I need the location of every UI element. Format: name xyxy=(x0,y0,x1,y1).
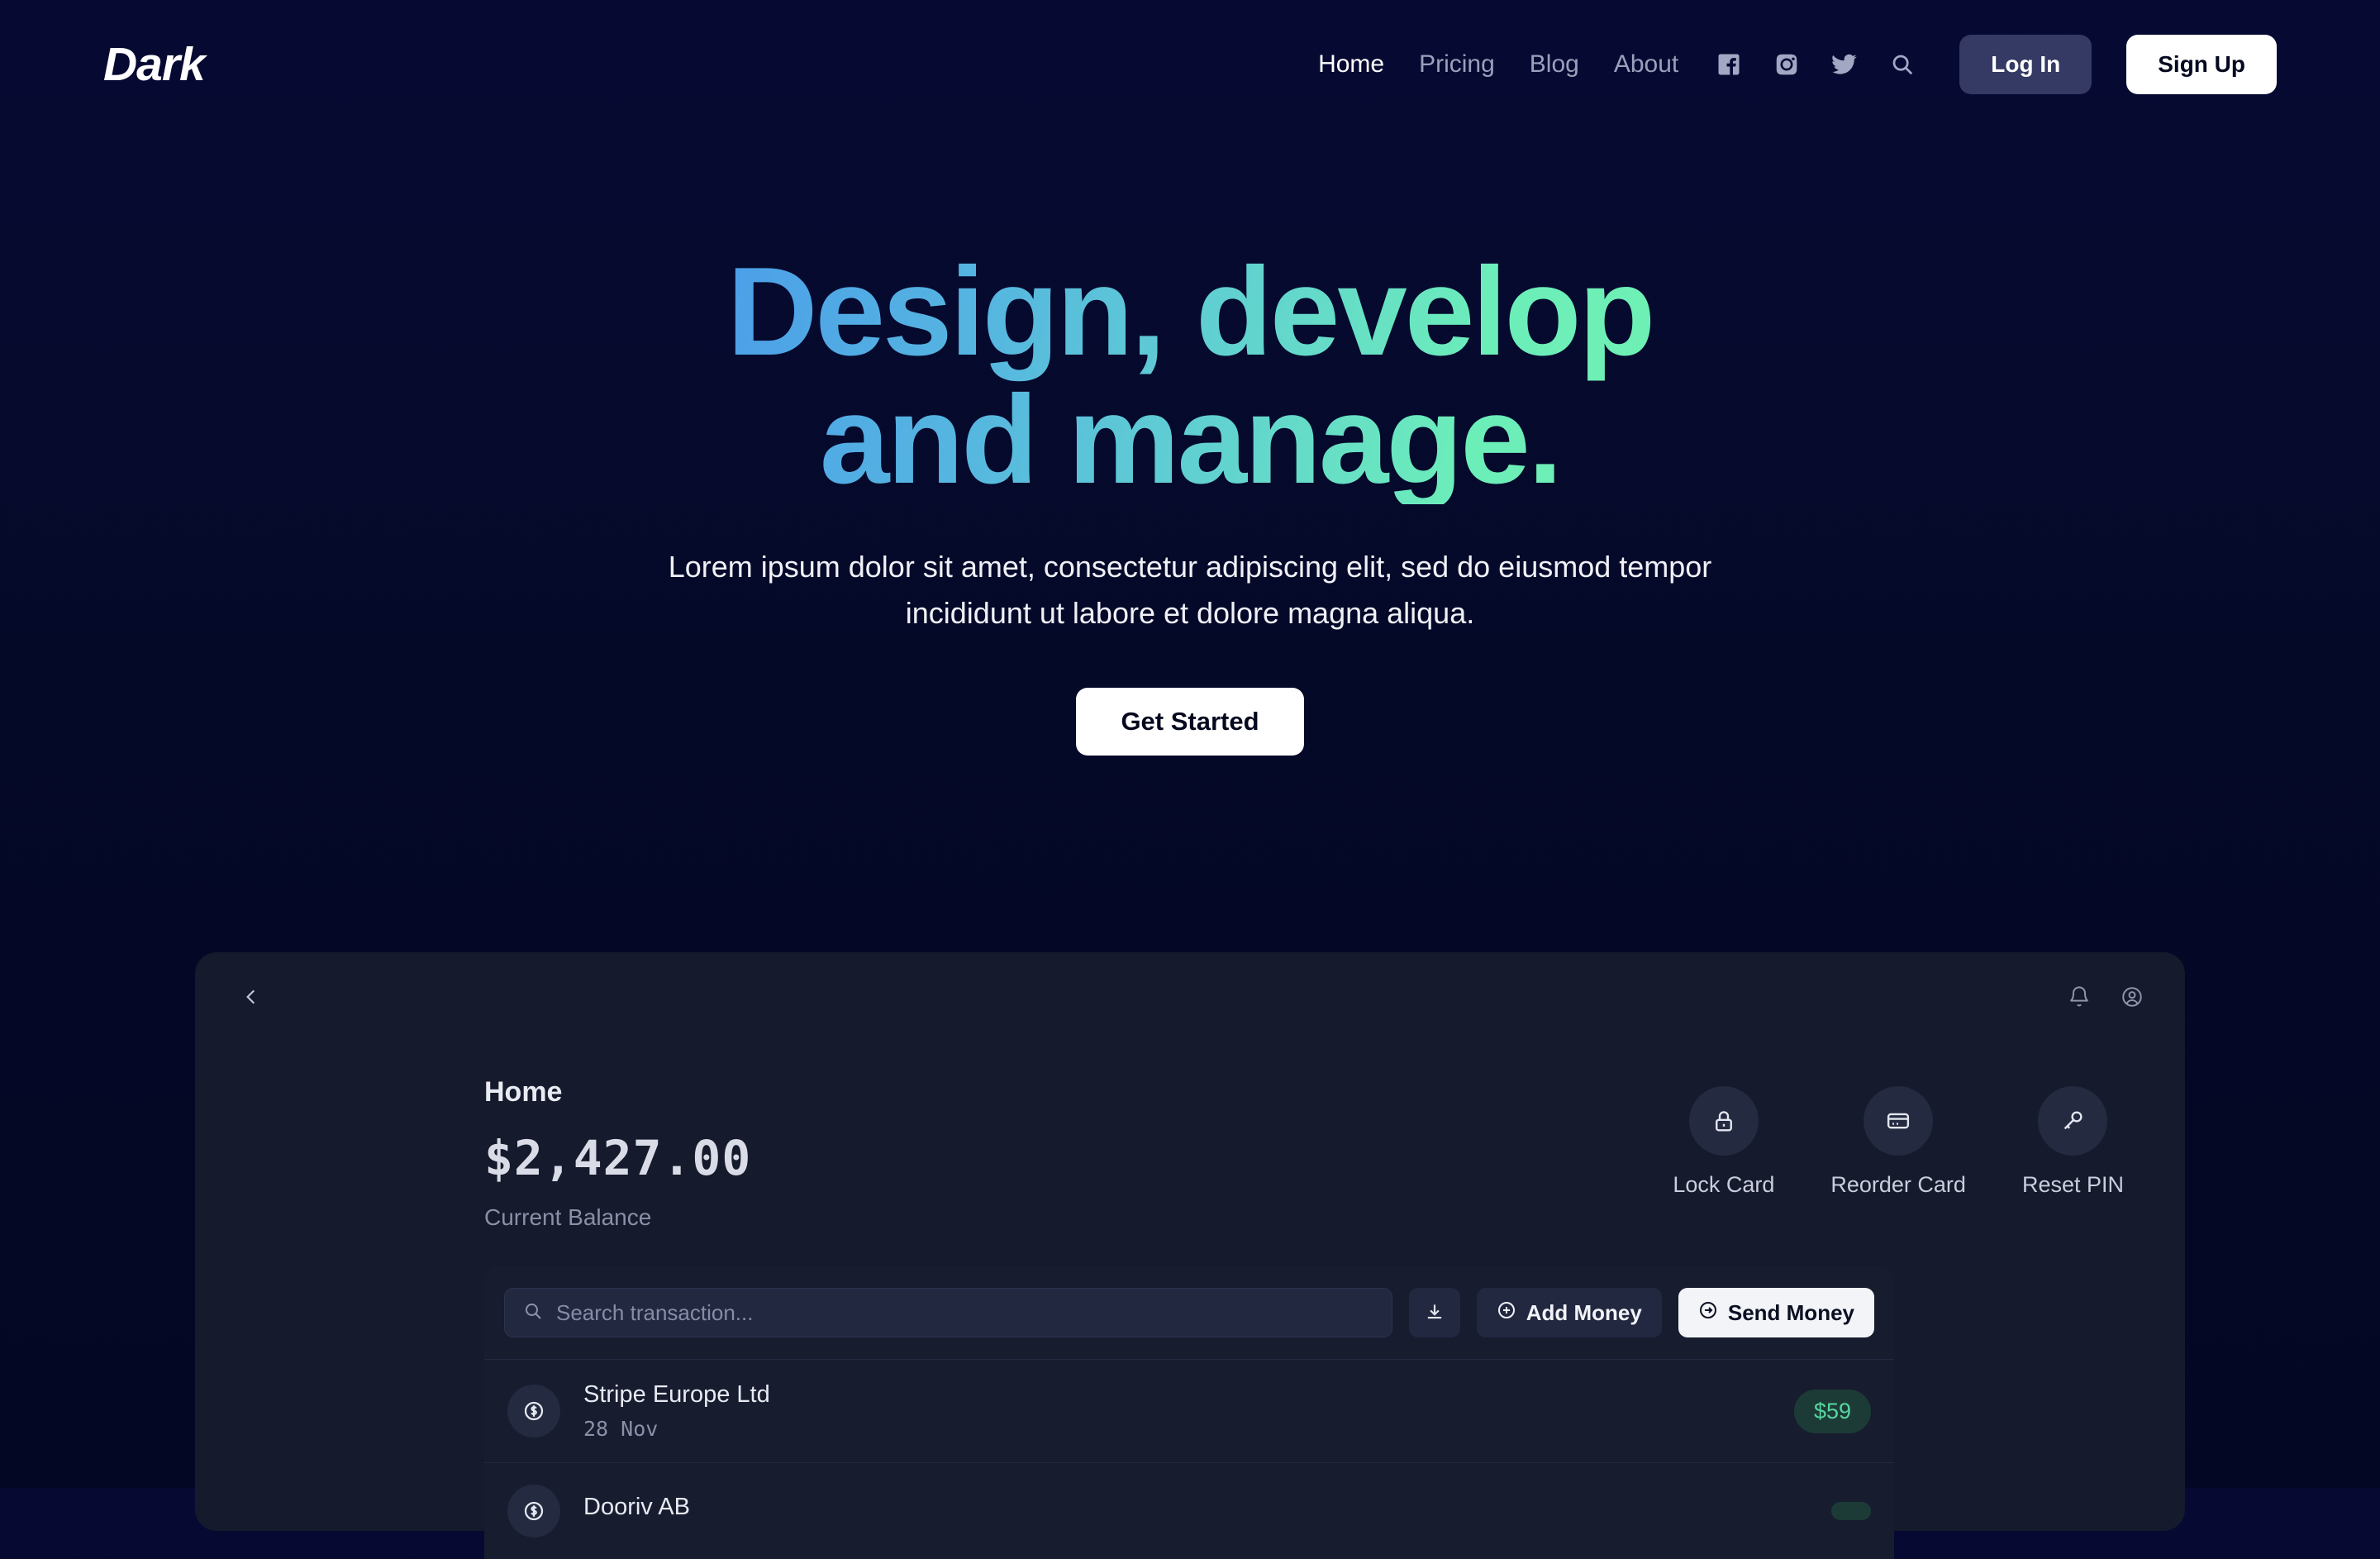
signup-button[interactable]: Sign Up xyxy=(2126,35,2277,94)
table-row[interactable]: Stripe Europe Ltd 28 Nov $59 xyxy=(484,1359,1894,1462)
nav-link-home[interactable]: Home xyxy=(1318,50,1384,79)
search-icon xyxy=(523,1301,543,1325)
transaction-amount: $59 xyxy=(1793,1389,1871,1433)
dashboard-topbar xyxy=(195,952,2185,1042)
navbar: Dark Home Pricing Blog About Log In Sign… xyxy=(0,0,2380,129)
bell-icon[interactable] xyxy=(2064,982,2094,1012)
nav-link-blog[interactable]: Blog xyxy=(1530,50,1579,79)
search-icon[interactable] xyxy=(1887,49,1918,80)
table-row[interactable]: Dooriv AB xyxy=(484,1462,1894,1559)
nav-link-about[interactable]: About xyxy=(1614,50,1678,79)
nav-links: Home Pricing Blog About xyxy=(1318,50,1678,79)
reorder-card-label: Reorder Card xyxy=(1830,1172,1966,1197)
transaction-name: Stripe Europe Ltd xyxy=(583,1381,770,1408)
transaction-name: Dooriv AB xyxy=(583,1493,690,1520)
login-button[interactable]: Log In xyxy=(1959,35,2092,94)
search-transaction-box[interactable] xyxy=(504,1288,1392,1337)
key-icon xyxy=(2038,1086,2108,1156)
transaction-info: Dooriv AB xyxy=(583,1494,690,1529)
balance-block: Home $2,427.00 Current Balance xyxy=(484,1076,751,1231)
twitter-icon[interactable] xyxy=(1829,49,1860,80)
search-transaction-input[interactable] xyxy=(556,1299,1373,1326)
reorder-card-button[interactable]: Reorder Card xyxy=(1830,1086,1966,1198)
transaction-date: 28 Nov xyxy=(583,1417,659,1441)
reset-pin-button[interactable]: Reset PIN xyxy=(2022,1086,2124,1198)
arrow-right-circle-icon xyxy=(1698,1300,1718,1326)
hero-title-line-2: and manage. xyxy=(819,369,1561,511)
add-money-button[interactable]: Add Money xyxy=(1476,1288,1662,1337)
page-title: Design, develop and manage. xyxy=(727,248,1654,504)
lock-card-button[interactable]: Lock Card xyxy=(1673,1086,1774,1198)
get-started-button[interactable]: Get Started xyxy=(1076,687,1304,756)
hero-section: Design, develop and manage. Lorem ipsum … xyxy=(0,248,2380,756)
plus-circle-icon xyxy=(1497,1300,1516,1326)
dashboard-page-title: Home xyxy=(484,1076,563,1108)
dashboard-header: Home $2,427.00 Current Balance Lock Card… xyxy=(195,1042,2185,1231)
hero-title-line-1: Design, develop xyxy=(726,241,1654,382)
transactions-toolbar: Add Money Send Money xyxy=(484,1266,1894,1359)
download-icon xyxy=(1424,1301,1445,1325)
user-circle-icon[interactable] xyxy=(2117,982,2147,1012)
send-money-label: Send Money xyxy=(1727,1299,1854,1325)
download-button[interactable] xyxy=(1408,1288,1460,1337)
transactions-panel: Add Money Send Money Stripe Europe Ltd 2… xyxy=(484,1266,1894,1559)
reset-pin-label: Reset PIN xyxy=(2021,1172,2124,1197)
hero-subtitle: Lorem ipsum dolor sit amet, consectetur … xyxy=(668,550,1712,630)
lock-card-label: Lock Card xyxy=(1673,1172,1775,1197)
send-money-button[interactable]: Send Money xyxy=(1678,1288,1874,1337)
card-actions: Lock Card Reorder Card Reset PIN xyxy=(1673,1076,2124,1198)
dollar-circle-icon xyxy=(507,1485,560,1538)
transaction-info: Stripe Europe Ltd 28 Nov xyxy=(583,1381,770,1441)
dashboard-topbar-actions xyxy=(2064,982,2147,1012)
nav-social-icons xyxy=(1713,49,1918,80)
credit-card-icon xyxy=(1864,1086,1934,1156)
navbar-right: Home Pricing Blog About Log In Sign Up xyxy=(1318,35,2277,94)
current-balance-value: $2,427.00 xyxy=(484,1130,752,1186)
instagram-icon[interactable] xyxy=(1771,49,1802,80)
dollar-circle-icon xyxy=(507,1385,560,1437)
nav-link-pricing[interactable]: Pricing xyxy=(1419,50,1495,79)
facebook-icon[interactable] xyxy=(1713,49,1745,80)
add-money-label: Add Money xyxy=(1526,1299,1642,1325)
chevron-left-icon[interactable] xyxy=(233,979,269,1015)
lock-icon xyxy=(1688,1086,1759,1156)
brand-logo[interactable]: Dark xyxy=(103,41,206,88)
current-balance-label: Current Balance xyxy=(484,1204,652,1230)
transaction-amount xyxy=(1831,1502,1871,1520)
